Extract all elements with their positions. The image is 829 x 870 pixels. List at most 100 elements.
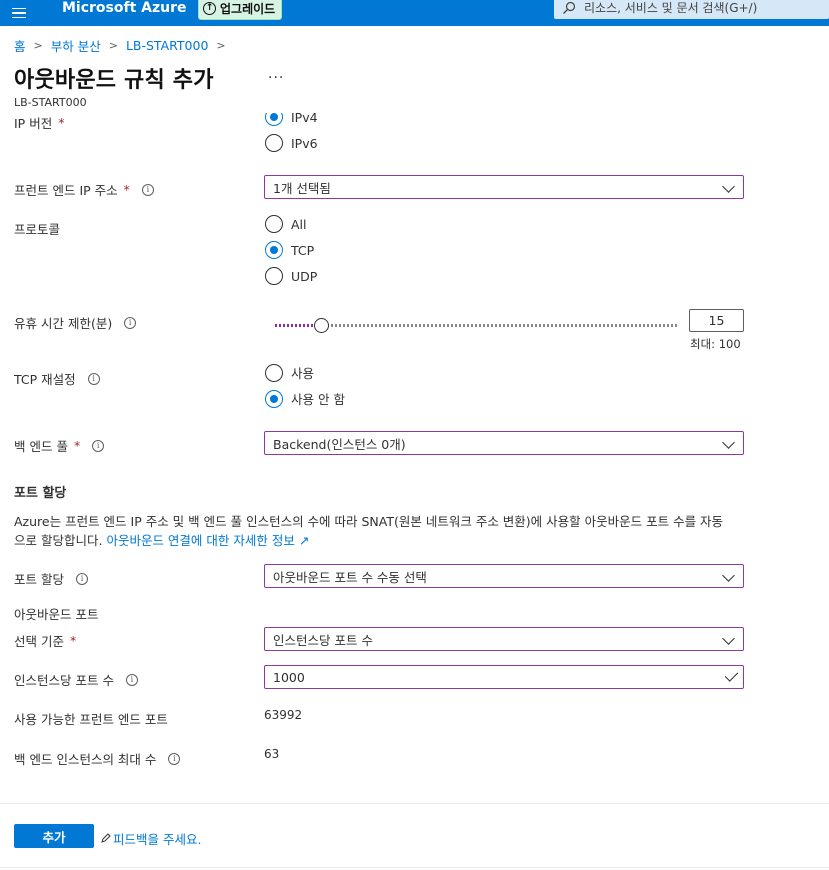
breadcrumb-lb[interactable]: LB-START000 <box>126 38 208 53</box>
feedback-icon <box>101 833 111 843</box>
slider-track <box>275 324 679 327</box>
radio-circle <box>265 389 283 408</box>
radio-circle <box>265 363 283 382</box>
radio-label: 사용 안 함 <box>291 392 345 407</box>
info-icon[interactable]: i <box>75 572 88 585</box>
idle-timeout-label-text: 유휴 시간 제한(분) <box>14 316 113 331</box>
outbound-ports-heading: 아웃바운드 포트 <box>14 604 98 623</box>
radio-protocol-all[interactable]: All <box>265 215 307 233</box>
frontend-ip-label-text: 프런트 엔드 IP 주소 <box>14 183 118 198</box>
max-backend-label: 백 엔드 인스턴스의 최대 수 i <box>14 749 181 768</box>
search-icon <box>563 1 576 14</box>
required-marker: * <box>123 182 130 197</box>
feedback-label: 피드백을 주세요. <box>113 832 202 847</box>
select-value: 아웃바운드 포트 수 수동 선택 <box>273 569 427 585</box>
chevron-right-icon: > <box>216 39 226 52</box>
radio-circle <box>265 241 283 259</box>
search-placeholder: 리소스, 서비스 및 문서 검색(G+/) <box>584 1 758 15</box>
radio-ipv6[interactable]: IPv6 <box>265 134 318 152</box>
external-link-icon: ↗ <box>298 533 310 548</box>
learn-more-link[interactable]: 아웃바운드 연결에 대한 자세한 정보 ↗ <box>106 533 309 548</box>
ports-per-instance-input[interactable]: 1000 <box>264 665 744 689</box>
radio-label: TCP <box>291 242 315 258</box>
ports-per-instance-label-text: 인스턴스당 포트 수 <box>14 673 114 688</box>
chevron-down-icon <box>722 569 735 582</box>
brand-title[interactable]: Microsoft Azure <box>62 0 187 17</box>
page-subtitle: LB-START000 <box>14 96 87 109</box>
radio-label: IPv4 <box>291 113 318 125</box>
port-allocation-description: Azure는 프런트 엔드 IP 주소 및 백 엔드 풀 인스턴스의 수에 따라… <box>14 512 724 550</box>
required-marker: * <box>58 115 65 130</box>
chevron-right-icon: > <box>108 39 118 52</box>
info-icon[interactable]: i <box>141 183 154 196</box>
arrow-up-icon: ↑ <box>203 1 216 15</box>
port-allocation-label: 포트 할당 i <box>14 569 88 588</box>
idle-timeout-input[interactable]: 15 <box>689 309 744 332</box>
protocol-label: 프로토콜 <box>14 219 60 238</box>
upgrade-label: 업그레이드 <box>220 1 276 16</box>
outbound-rule-form: IP 버전 * IPv4 IPv6 프런트 엔드 IP 주소 * i 1개 선택됨 … <box>0 113 829 803</box>
radio-label: IPv6 <box>291 135 318 151</box>
feedback-link[interactable]: 피드백을 주세요. <box>100 829 201 848</box>
required-marker: * <box>69 633 77 648</box>
radio-label: 사용 <box>291 366 315 381</box>
backend-pool-select[interactable]: Backend(인스턴스 0개) <box>264 431 744 455</box>
choose-by-label: 선택 기준 * <box>14 631 76 650</box>
port-allocation-label-text: 포트 할당 <box>14 572 64 587</box>
max-backend-label-text: 백 엔드 인스턴스의 최대 수 <box>14 752 157 767</box>
frontend-ip-label: 프런트 엔드 IP 주소 * i <box>14 180 154 199</box>
available-ports-value: 63992 <box>264 708 303 722</box>
radio-circle <box>265 215 283 233</box>
search-input[interactable]: 리소스, 서비스 및 문서 검색(G+/) <box>554 0 829 19</box>
info-icon[interactable]: i <box>92 439 105 452</box>
select-value: 1개 선택됨 <box>273 180 331 196</box>
port-allocation-select[interactable]: 아웃바운드 포트 수 수동 선택 <box>264 564 744 588</box>
idle-timeout-slider[interactable] <box>275 318 679 333</box>
checkmark-icon <box>724 668 739 682</box>
required-marker: * <box>73 438 81 453</box>
port-allocation-heading: 포트 할당 <box>14 486 67 501</box>
ip-version-label-text: IP 버전 <box>14 116 53 131</box>
breadcrumb-home[interactable]: 홈 <box>14 36 26 55</box>
chevron-down-icon <box>722 632 735 645</box>
chevron-down-icon <box>722 180 735 193</box>
radio-label: UDP <box>291 268 318 284</box>
radio-protocol-tcp[interactable]: TCP <box>265 241 314 259</box>
info-icon[interactable]: i <box>87 372 100 385</box>
chevron-down-icon <box>722 436 735 449</box>
backend-pool-label-text: 백 엔드 풀 <box>14 439 68 454</box>
page-title: 아웃바운드 규칙 추가 <box>14 68 214 93</box>
learn-more-link-text: 아웃바운드 연결에 대한 자세한 정보 <box>106 533 295 548</box>
ports-per-instance-label: 인스턴스당 포트 수 i <box>14 670 138 689</box>
available-ports-label: 사용 가능한 프런트 엔드 포트 <box>14 709 168 728</box>
upgrade-button[interactable]: ↑ 업그레이드 <box>198 0 283 20</box>
more-options-button[interactable]: ... <box>268 66 284 82</box>
breadcrumb-load-balancing[interactable]: 부하 분산 <box>51 36 101 55</box>
select-value: 인스턴스당 포트 수 <box>273 632 373 648</box>
tcp-reset-label: TCP 재설정 i <box>14 369 100 388</box>
select-value: Backend(인스턴스 0개) <box>273 436 406 452</box>
info-icon[interactable]: i <box>168 752 181 765</box>
radio-protocol-udp[interactable]: UDP <box>265 267 317 285</box>
idle-timeout-label: 유휴 시간 제한(분) i <box>14 313 137 332</box>
info-icon[interactable]: i <box>125 673 138 686</box>
frontend-ip-select[interactable]: 1개 선택됨 <box>264 175 744 199</box>
top-bar: Microsoft Azure ↑ 업그레이드 리소스, 서비스 및 문서 검색… <box>0 0 829 26</box>
menu-icon[interactable] <box>0 0 38 26</box>
radio-ipv4[interactable]: IPv4 <box>265 113 318 126</box>
idle-timeout-max: 최대: 100 <box>690 337 741 351</box>
backend-pool-label: 백 엔드 풀 * i <box>14 436 105 455</box>
breadcrumb: 홈 > 부하 분산 > LB-START000 > <box>14 36 234 55</box>
choose-by-select[interactable]: 인스턴스당 포트 수 <box>264 627 744 651</box>
info-icon[interactable]: i <box>124 316 137 329</box>
radio-label: All <box>291 216 307 232</box>
radio-circle <box>265 113 283 126</box>
slider-thumb[interactable] <box>314 318 329 333</box>
radio-circle <box>265 267 283 285</box>
radio-tcp-reset-enabled[interactable]: 사용 <box>265 363 314 382</box>
radio-tcp-reset-disabled[interactable]: 사용 안 함 <box>265 389 345 408</box>
footer-divider <box>0 803 829 804</box>
input-value: 1000 <box>273 669 305 685</box>
add-button[interactable]: 추가 <box>14 824 94 848</box>
max-backend-value: 63 <box>264 747 280 761</box>
